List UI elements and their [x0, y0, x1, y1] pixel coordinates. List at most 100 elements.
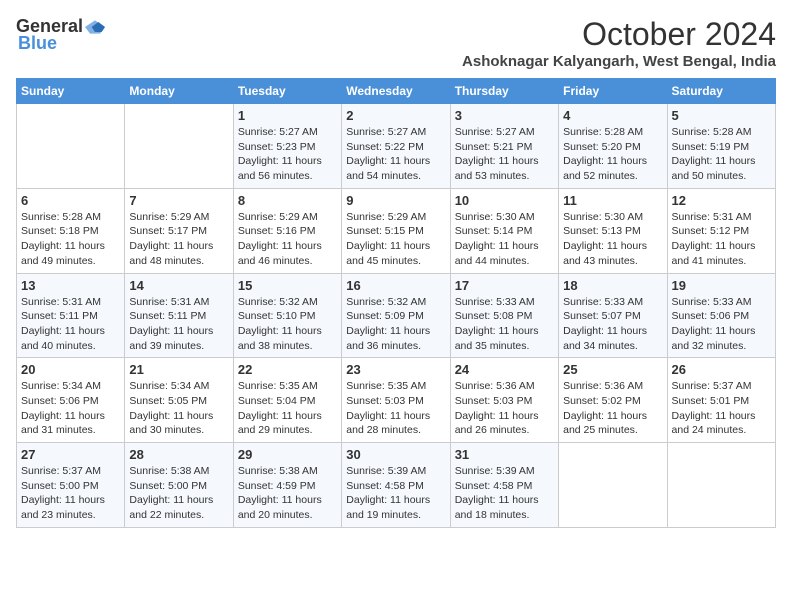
day-info: Sunrise: 5:32 AMSunset: 5:09 PMDaylight:… [346, 295, 445, 354]
logo-blue-text: Blue [18, 33, 57, 54]
calendar-cell: 19 Sunrise: 5:33 AMSunset: 5:06 PMDayligh… [667, 273, 775, 358]
calendar-cell: 15 Sunrise: 5:32 AMSunset: 5:10 PMDayligh… [233, 273, 341, 358]
day-number: 5 [672, 108, 771, 123]
day-number: 14 [129, 278, 228, 293]
calendar-week-row: 13 Sunrise: 5:31 AMSunset: 5:11 PMDayligh… [17, 273, 776, 358]
calendar-cell: 28 Sunrise: 5:38 AMSunset: 5:00 PMDayligh… [125, 443, 233, 528]
day-number: 16 [346, 278, 445, 293]
day-info: Sunrise: 5:34 AMSunset: 5:06 PMDaylight:… [21, 379, 120, 438]
column-header-monday: Monday [125, 79, 233, 104]
title-block: October 2024 Ashoknagar Kalyangarh, West… [462, 16, 776, 70]
calendar-cell: 6Sunrise: 5:28 AMSunset: 5:18 PMDaylight… [17, 188, 125, 273]
day-number: 24 [455, 362, 554, 377]
calendar-cell: 30Sunrise: 5:39 AMSunset: 4:58 PMDayligh… [342, 443, 450, 528]
calendar-cell: 17Sunrise: 5:33 AMSunset: 5:08 PMDayligh… [450, 273, 558, 358]
day-info: Sunrise: 5:39 AMSunset: 4:58 PMDaylight:… [455, 464, 554, 523]
calendar-cell: 10 Sunrise: 5:30 AMSunset: 5:14 PMDayligh… [450, 188, 558, 273]
day-number: 30 [346, 447, 445, 462]
calendar-cell: 1 Sunrise: 5:27 AMSunset: 5:23 PMDaylight… [233, 104, 341, 189]
calendar-cell: 21 Sunrise: 5:34 AMSunset: 5:05 PMDayligh… [125, 358, 233, 443]
day-info: Sunrise: 5:35 AMSunset: 5:03 PMDaylight:… [346, 379, 445, 438]
day-info: Sunrise: 5:30 AMSunset: 5:14 PMDaylight:… [455, 210, 554, 269]
calendar-cell: 29 Sunrise: 5:38 AMSunset: 4:59 PMDayligh… [233, 443, 341, 528]
day-number: 3 [455, 108, 554, 123]
calendar-cell: 14 Sunrise: 5:31 AMSunset: 5:11 PMDayligh… [125, 273, 233, 358]
day-info: Sunrise: 5:31 AMSunset: 5:12 PMDaylight:… [672, 210, 771, 269]
calendar-cell: 4 Sunrise: 5:28 AMSunset: 5:20 PMDaylight… [559, 104, 667, 189]
day-number: 10 [455, 193, 554, 208]
day-info: Sunrise: 5:28 AMSunset: 5:20 PMDaylight:… [563, 125, 662, 184]
day-info: Sunrise: 5:28 AMSunset: 5:18 PMDaylight:… [21, 210, 120, 269]
day-info: Sunrise: 5:34 AMSunset: 5:05 PMDaylight:… [129, 379, 228, 438]
calendar-cell: 13 Sunrise: 5:31 AMSunset: 5:11 PMDayligh… [17, 273, 125, 358]
calendar-cell: 12Sunrise: 5:31 AMSunset: 5:12 PMDayligh… [667, 188, 775, 273]
column-header-wednesday: Wednesday [342, 79, 450, 104]
day-info: Sunrise: 5:37 AMSunset: 5:00 PMDaylight:… [21, 464, 120, 523]
day-number: 26 [672, 362, 771, 377]
day-number: 1 [238, 108, 337, 123]
day-info: Sunrise: 5:30 AMSunset: 5:13 PMDaylight:… [563, 210, 662, 269]
day-info: Sunrise: 5:38 AMSunset: 4:59 PMDaylight:… [238, 464, 337, 523]
calendar-cell: 25 Sunrise: 5:36 AMSunset: 5:02 PMDayligh… [559, 358, 667, 443]
day-number: 18 [563, 278, 662, 293]
day-number: 21 [129, 362, 228, 377]
calendar-cell: 18 Sunrise: 5:33 AMSunset: 5:07 PMDayligh… [559, 273, 667, 358]
day-number: 7 [129, 193, 228, 208]
day-number: 29 [238, 447, 337, 462]
calendar-cell [17, 104, 125, 189]
day-number: 4 [563, 108, 662, 123]
column-header-tuesday: Tuesday [233, 79, 341, 104]
calendar-week-row: 27 Sunrise: 5:37 AMSunset: 5:00 PMDayligh… [17, 443, 776, 528]
day-info: Sunrise: 5:27 AMSunset: 5:21 PMDaylight:… [455, 125, 554, 184]
calendar-week-row: 6Sunrise: 5:28 AMSunset: 5:18 PMDaylight… [17, 188, 776, 273]
day-info: Sunrise: 5:38 AMSunset: 5:00 PMDaylight:… [129, 464, 228, 523]
column-header-saturday: Saturday [667, 79, 775, 104]
calendar-cell [559, 443, 667, 528]
calendar-cell: 16 Sunrise: 5:32 AMSunset: 5:09 PMDayligh… [342, 273, 450, 358]
day-number: 15 [238, 278, 337, 293]
calendar-cell [667, 443, 775, 528]
day-number: 2 [346, 108, 445, 123]
day-number: 20 [21, 362, 120, 377]
calendar-cell: 31 Sunrise: 5:39 AMSunset: 4:58 PMDayligh… [450, 443, 558, 528]
day-info: Sunrise: 5:27 AMSunset: 5:22 PMDaylight:… [346, 125, 445, 184]
day-info: Sunrise: 5:29 AMSunset: 5:17 PMDaylight:… [129, 210, 228, 269]
calendar-cell: 20 Sunrise: 5:34 AMSunset: 5:06 PMDayligh… [17, 358, 125, 443]
page-header: General Blue October 2024 Ashoknagar Kal… [16, 16, 776, 70]
day-number: 27 [21, 447, 120, 462]
day-info: Sunrise: 5:33 AMSunset: 5:06 PMDaylight:… [672, 295, 771, 354]
day-info: Sunrise: 5:31 AMSunset: 5:11 PMDaylight:… [129, 295, 228, 354]
calendar-table: SundayMondayTuesdayWednesdayThursdayFrid… [16, 78, 776, 528]
calendar-cell [125, 104, 233, 189]
day-info: Sunrise: 5:35 AMSunset: 5:04 PMDaylight:… [238, 379, 337, 438]
day-number: 28 [129, 447, 228, 462]
day-number: 25 [563, 362, 662, 377]
day-number: 31 [455, 447, 554, 462]
calendar-cell: 7 Sunrise: 5:29 AMSunset: 5:17 PMDaylight… [125, 188, 233, 273]
day-number: 23 [346, 362, 445, 377]
day-number: 19 [672, 278, 771, 293]
day-info: Sunrise: 5:33 AMSunset: 5:08 PMDaylight:… [455, 295, 554, 354]
calendar-cell: 24 Sunrise: 5:36 AMSunset: 5:03 PMDayligh… [450, 358, 558, 443]
day-info: Sunrise: 5:36 AMSunset: 5:03 PMDaylight:… [455, 379, 554, 438]
day-info: Sunrise: 5:37 AMSunset: 5:01 PMDaylight:… [672, 379, 771, 438]
calendar-cell: 23 Sunrise: 5:35 AMSunset: 5:03 PMDayligh… [342, 358, 450, 443]
column-header-sunday: Sunday [17, 79, 125, 104]
day-info: Sunrise: 5:29 AMSunset: 5:15 PMDaylight:… [346, 210, 445, 269]
calendar-cell: 22Sunrise: 5:35 AMSunset: 5:04 PMDayligh… [233, 358, 341, 443]
logo-icon [85, 20, 105, 34]
day-info: Sunrise: 5:32 AMSunset: 5:10 PMDaylight:… [238, 295, 337, 354]
day-info: Sunrise: 5:33 AMSunset: 5:07 PMDaylight:… [563, 295, 662, 354]
calendar-cell: 11 Sunrise: 5:30 AMSunset: 5:13 PMDayligh… [559, 188, 667, 273]
day-info: Sunrise: 5:31 AMSunset: 5:11 PMDaylight:… [21, 295, 120, 354]
day-info: Sunrise: 5:36 AMSunset: 5:02 PMDaylight:… [563, 379, 662, 438]
location-text: Ashoknagar Kalyangarh, West Bengal, Indi… [462, 53, 776, 70]
day-number: 11 [563, 193, 662, 208]
day-number: 13 [21, 278, 120, 293]
day-info: Sunrise: 5:28 AMSunset: 5:19 PMDaylight:… [672, 125, 771, 184]
calendar-cell: 5 Sunrise: 5:28 AMSunset: 5:19 PMDaylight… [667, 104, 775, 189]
calendar-week-row: 1 Sunrise: 5:27 AMSunset: 5:23 PMDaylight… [17, 104, 776, 189]
column-header-friday: Friday [559, 79, 667, 104]
day-info: Sunrise: 5:27 AMSunset: 5:23 PMDaylight:… [238, 125, 337, 184]
logo: General Blue [16, 16, 105, 54]
